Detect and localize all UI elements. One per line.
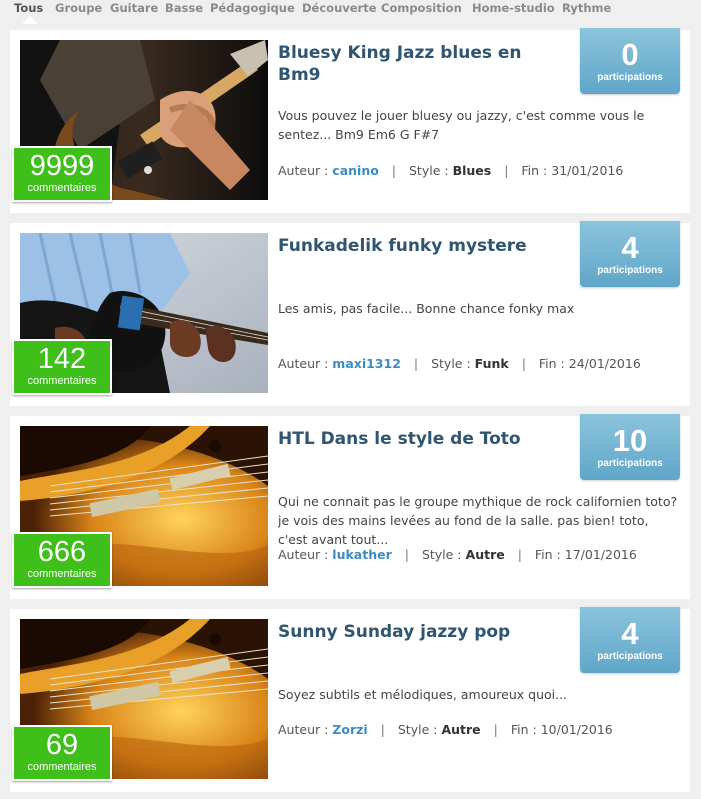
separator: | — [517, 547, 522, 562]
challenge-title[interactable]: Funkadelik funky mystere — [278, 235, 568, 257]
separator: | — [380, 722, 385, 737]
challenge-meta: Auteur : canino | Style : Blues | Fin : … — [278, 163, 688, 179]
style-label: Style : — [431, 356, 471, 371]
style-label: Style : — [397, 722, 438, 737]
participations-badge[interactable]: 10 participations — [580, 414, 680, 480]
active-tab-caret — [22, 16, 38, 24]
challenge-card: 9999 commentaires Bluesy King Jazz blues… — [10, 28, 690, 213]
end-label: Fin : — [521, 163, 548, 178]
participations-badge[interactable]: 0 participations — [580, 28, 680, 94]
end-date: 17/01/2016 — [564, 547, 637, 562]
style-value: Autre — [441, 722, 481, 737]
comments-label: commentaires — [27, 375, 97, 387]
participations-count: 10 — [612, 423, 648, 458]
challenge-title[interactable]: HTL Dans le style de Toto — [278, 428, 568, 450]
comments-label: commentaires — [27, 182, 97, 194]
tab-basse[interactable]: Basse — [165, 1, 203, 15]
comments-counter[interactable]: 142 commentaires — [12, 339, 112, 395]
comments-count: 666 — [37, 536, 87, 568]
end-label: Fin : — [510, 722, 537, 737]
comments-count: 9999 — [29, 150, 95, 182]
comments-counter[interactable]: 69 commentaires — [12, 725, 112, 781]
challenge-description: Les amis, pas facile... Bonne chance fon… — [278, 301, 575, 316]
challenge-meta: Auteur : maxi1312 | Style : Funk | Fin :… — [278, 356, 688, 372]
comments-count: 142 — [37, 343, 87, 375]
author-link[interactable]: lukather — [332, 547, 391, 562]
participations-count: 0 — [621, 37, 639, 72]
comments-label: commentaires — [27, 568, 97, 580]
tab-groupe[interactable]: Groupe — [55, 1, 102, 15]
separator: | — [404, 547, 409, 562]
style-label: Style : — [421, 547, 462, 562]
challenge-title[interactable]: Bluesy King Jazz blues en Bm9 — [278, 42, 568, 86]
author-label: Auteur : — [278, 163, 329, 178]
separator: | — [391, 163, 397, 178]
separator: | — [504, 163, 509, 178]
separator: | — [493, 722, 498, 737]
author-link[interactable]: Zorzi — [332, 722, 367, 737]
participations-label: participations — [597, 265, 663, 276]
tab-home-studio[interactable]: Home-studio — [472, 1, 555, 15]
author-label: Auteur : — [278, 356, 329, 371]
author-link[interactable]: canino — [332, 163, 379, 178]
separator: | — [413, 356, 419, 371]
author-label: Auteur : — [278, 722, 329, 737]
comments-label: commentaires — [27, 761, 97, 773]
tab-guitare[interactable]: Guitare — [110, 1, 158, 15]
author-link[interactable]: maxi1312 — [332, 356, 401, 371]
participations-badge[interactable]: 4 participations — [580, 221, 680, 287]
style-value: Blues — [452, 163, 492, 178]
challenge-card: 69 commentaires Sunny Sunday jazzy pop 4… — [10, 607, 690, 792]
participations-label: participations — [597, 72, 663, 83]
tab-decouverte[interactable]: Découverte — [302, 1, 377, 15]
style-value: Autre — [465, 547, 505, 562]
category-tabs: Tous Groupe Guitare Basse Pédagogique Dé… — [0, 0, 701, 24]
challenge-description: Soyez subtils et mélodiques, amoureux qu… — [278, 687, 568, 702]
participations-count: 4 — [621, 616, 639, 651]
tab-pedagogique[interactable]: Pédagogique — [210, 1, 295, 15]
style-value: Funk — [474, 356, 509, 371]
comments-counter[interactable]: 9999 commentaires — [12, 146, 112, 202]
end-date: 10/01/2016 — [540, 722, 613, 737]
challenge-title[interactable]: Sunny Sunday jazzy pop — [278, 621, 568, 643]
author-label: Auteur : — [278, 547, 329, 562]
tab-tous[interactable]: Tous — [14, 1, 43, 15]
participations-count: 4 — [621, 230, 639, 265]
end-date: 31/01/2016 — [551, 163, 624, 178]
comments-count: 69 — [45, 729, 79, 761]
tab-composition[interactable]: Composition — [381, 1, 462, 15]
participations-label: participations — [597, 651, 663, 662]
end-label: Fin : — [534, 547, 561, 562]
separator: | — [521, 356, 526, 371]
challenge-description: Vous pouvez le jouer bluesy ou jazzy, c'… — [278, 108, 645, 142]
challenge-card: 666 commentaires HTL Dans le style de To… — [10, 414, 690, 599]
end-date: 24/01/2016 — [568, 356, 641, 371]
end-label: Fin : — [538, 356, 565, 371]
challenge-meta: Auteur : Zorzi | Style : Autre | Fin : 1… — [278, 722, 688, 738]
comments-counter[interactable]: 666 commentaires — [12, 532, 112, 588]
style-label: Style : — [409, 163, 449, 178]
tab-rythme[interactable]: Rythme — [562, 1, 611, 15]
challenge-meta: Auteur : lukather | Style : Autre | Fin … — [278, 547, 688, 563]
participations-label: participations — [597, 458, 663, 469]
challenge-description: Qui ne connait pas le groupe mythique de… — [278, 494, 678, 547]
challenge-card: 142 commentaires Funkadelik funky myster… — [10, 221, 690, 406]
participations-badge[interactable]: 4 participations — [580, 607, 680, 673]
